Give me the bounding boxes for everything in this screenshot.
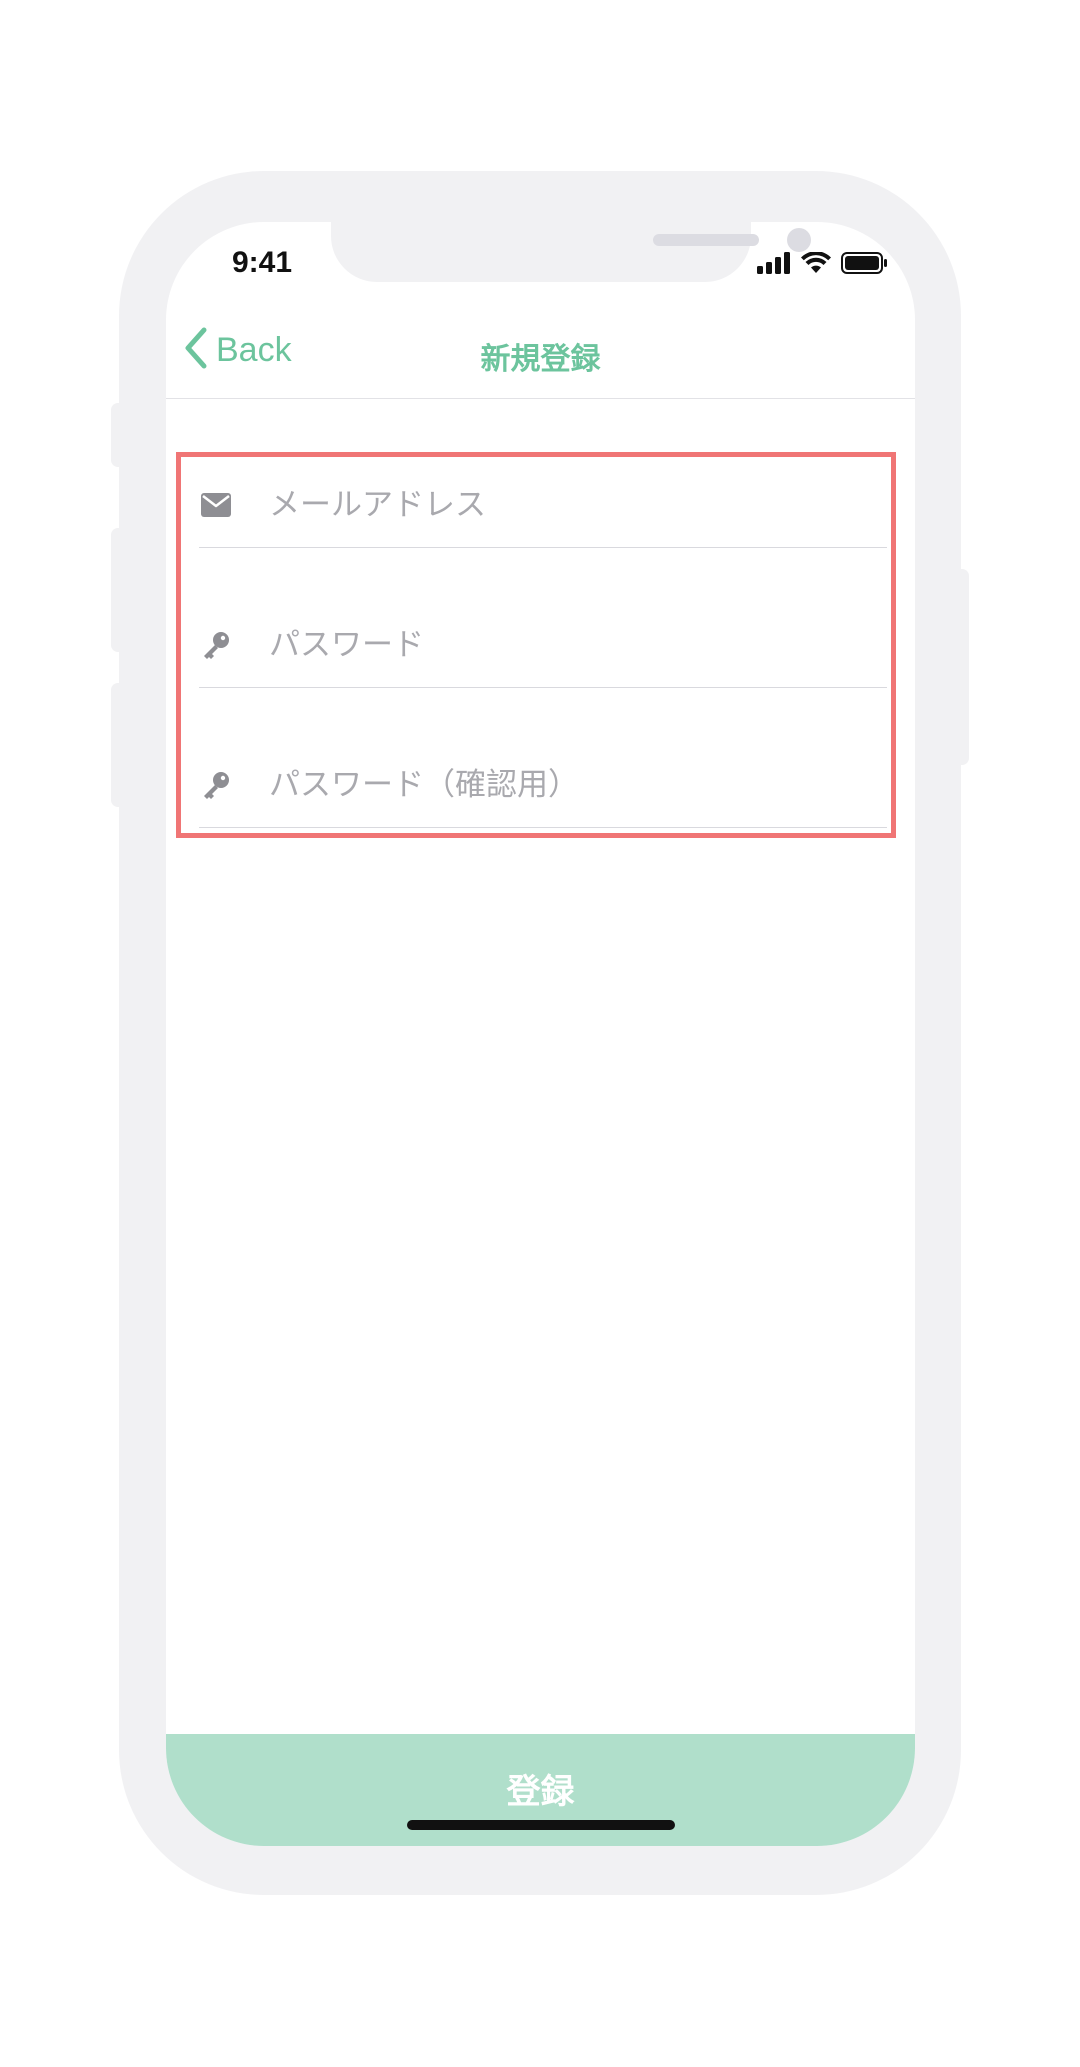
cellular-signal-icon [757, 252, 791, 278]
phone-volume-up [111, 528, 125, 652]
password-input[interactable] [267, 626, 871, 664]
phone-power-button [955, 569, 969, 765]
key-icon [199, 768, 233, 802]
wifi-icon [801, 251, 831, 278]
password-field-row [199, 603, 887, 688]
phone-volume-down [111, 683, 125, 807]
phone-screen: 9:41 Back 新規登録 メールアドレス 登録 [166, 222, 915, 1846]
registration-form [176, 452, 896, 838]
phone-silent-switch [111, 403, 125, 467]
register-button[interactable]: 登録 [166, 1734, 915, 1846]
envelope-icon [199, 488, 233, 522]
front-camera [787, 228, 811, 252]
register-button-label: 登録 [506, 1772, 575, 1812]
email-input[interactable] [267, 486, 871, 524]
notch [331, 222, 811, 282]
battery-icon [841, 252, 887, 278]
page-title: 新規登録 [480, 342, 601, 377]
status-icons [757, 251, 887, 278]
status-time: 9:41 [232, 246, 293, 279]
email-field-row [199, 463, 887, 548]
password-confirm-field-row [199, 743, 887, 828]
key-icon [199, 628, 233, 662]
speaker [653, 234, 759, 246]
password-confirm-input[interactable] [267, 766, 871, 804]
navigation-bar: Back 新規登録 [166, 312, 915, 399]
home-indicator [407, 1820, 675, 1830]
